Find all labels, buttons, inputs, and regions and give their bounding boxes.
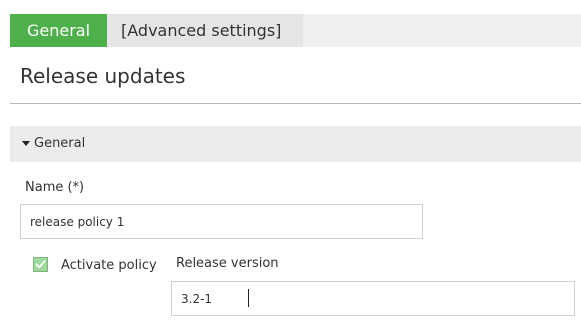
- title-divider: [10, 103, 581, 104]
- release-version-label: Release version: [176, 256, 279, 271]
- tab-general[interactable]: General: [10, 14, 107, 47]
- check-icon: [35, 260, 46, 269]
- section-title: General: [34, 136, 86, 151]
- caret-down-icon: [22, 141, 30, 146]
- release-version-input[interactable]: [171, 281, 575, 316]
- text-cursor: [248, 289, 249, 307]
- activate-policy-label[interactable]: Activate policy: [61, 258, 157, 273]
- activate-policy-checkbox[interactable]: [33, 257, 48, 272]
- name-input[interactable]: [20, 204, 423, 239]
- section-header-general[interactable]: General: [10, 126, 581, 162]
- tab-bar: General [Advanced settings]: [10, 14, 581, 47]
- name-label: Name (*): [25, 180, 85, 195]
- tab-advanced-settings[interactable]: [Advanced settings]: [107, 14, 303, 47]
- page-title: Release updates: [20, 64, 186, 88]
